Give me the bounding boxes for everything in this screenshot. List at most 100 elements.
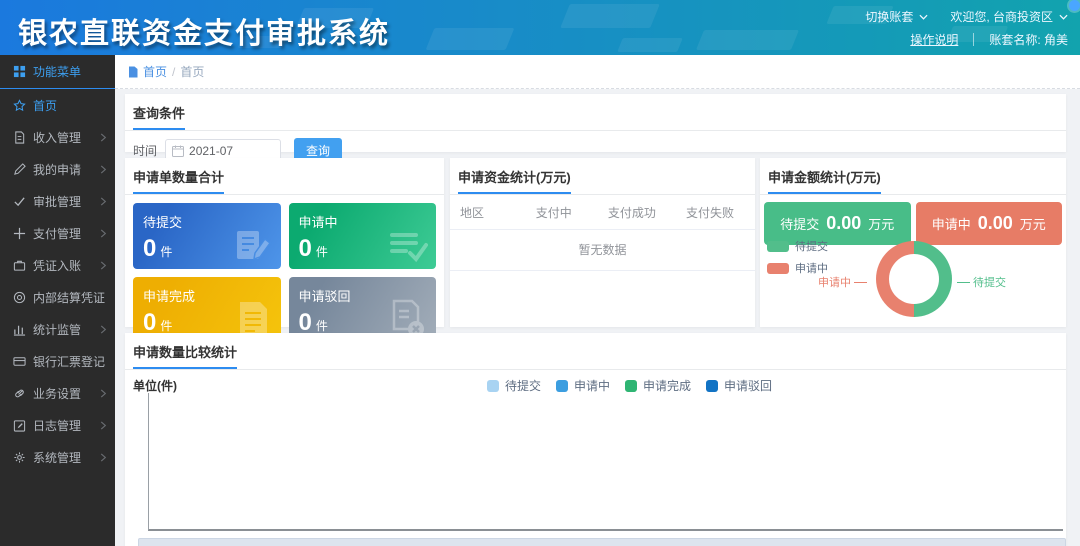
sidebar-item-my-applications[interactable]: 我的申请 bbox=[0, 153, 115, 185]
sidebar: 功能菜单 首页 收入管理 我的申请 审批管理 支付管理 凭证入账 内部结算凭证 … bbox=[0, 55, 115, 546]
sidebar-item-label: 凭证入账 bbox=[33, 257, 93, 274]
application-count-panel: 申请单数量合计 待提交 0 件 申请中 0 件 申请完成 bbox=[125, 158, 444, 327]
divider bbox=[973, 33, 974, 46]
time-input[interactable] bbox=[189, 144, 269, 158]
fund-col-region: 地区 bbox=[456, 204, 515, 221]
chevron-right-icon bbox=[100, 133, 107, 142]
stat-card-value: 0 bbox=[143, 311, 156, 335]
legend-swatch-red bbox=[767, 263, 789, 274]
manual-link[interactable]: 操作说明 bbox=[910, 31, 958, 48]
chevron-right-icon bbox=[100, 197, 107, 206]
count-panel-title: 申请单数量合计 bbox=[133, 167, 224, 194]
sidebar-item-system[interactable]: 系统管理 bbox=[0, 441, 115, 473]
sidebar-item-income[interactable]: 收入管理 bbox=[0, 121, 115, 153]
legend-item[interactable]: 待提交 bbox=[487, 377, 541, 394]
stat-card-unit: 件 bbox=[160, 243, 172, 260]
account-name-label: 账套名称: 角美 bbox=[989, 31, 1068, 48]
legend-item[interactable]: 待提交 bbox=[767, 238, 828, 254]
header-decoration bbox=[617, 38, 683, 52]
bar-chart-legend: 待提交 申请中 申请完成 申请驳回 bbox=[487, 377, 772, 394]
legend-swatch bbox=[556, 380, 568, 392]
stat-card-value: 0 bbox=[143, 237, 156, 261]
bar-chart-plot-area bbox=[148, 393, 1063, 531]
stat-card-unit: 件 bbox=[160, 317, 172, 334]
list-check-icon bbox=[388, 225, 428, 265]
breadcrumb-home-link[interactable]: 首页 bbox=[127, 63, 167, 80]
sidebar-item-bank-draft[interactable]: 银行汇票登记 bbox=[0, 345, 115, 377]
log-icon bbox=[13, 419, 26, 432]
fund-statistics-panel: 申请资金统计(万元) 地区 支付中 支付成功 支付失败 暂无数据 bbox=[450, 158, 755, 327]
amount-chip-label: 待提交 bbox=[780, 214, 819, 233]
stat-card-in-progress[interactable]: 申请中 0 件 bbox=[289, 203, 437, 269]
donut-label-right: 待提交 bbox=[957, 274, 1006, 290]
legend-swatch-green bbox=[767, 241, 789, 252]
doc-edit-icon bbox=[233, 225, 273, 265]
settlement-icon bbox=[13, 291, 26, 304]
legend-item[interactable]: 申请中 bbox=[556, 377, 610, 394]
bar-chart-icon bbox=[13, 323, 26, 336]
pencil-icon bbox=[13, 163, 26, 176]
chevron-down-icon bbox=[919, 14, 928, 20]
sidebar-item-statistics[interactable]: 统计监管 bbox=[0, 313, 115, 345]
fund-col-success: 支付成功 bbox=[593, 204, 671, 221]
sidebar-item-payment[interactable]: 支付管理 bbox=[0, 217, 115, 249]
grid-icon bbox=[13, 65, 26, 78]
switch-account-dropdown[interactable]: 切换账套 bbox=[865, 8, 913, 25]
breadcrumb-separator: / bbox=[172, 65, 175, 79]
gear-icon bbox=[13, 451, 26, 464]
sidebar-item-internal-settlement[interactable]: 内部结算凭证 bbox=[0, 281, 115, 313]
fund-panel-title: 申请资金统计(万元) bbox=[458, 167, 571, 194]
check-icon bbox=[13, 195, 26, 208]
sidebar-item-label: 业务设置 bbox=[33, 385, 93, 402]
legend-item[interactable]: 申请完成 bbox=[625, 377, 691, 394]
fund-table-header: 地区 支付中 支付成功 支付失败 bbox=[450, 195, 755, 230]
stat-card-value: 0 bbox=[299, 237, 312, 261]
sidebar-item-label: 统计监管 bbox=[33, 321, 93, 338]
legend-item[interactable]: 申请驳回 bbox=[706, 377, 772, 394]
empty-state-text: 暂无数据 bbox=[450, 230, 755, 271]
sidebar-item-business-settings[interactable]: 业务设置 bbox=[0, 377, 115, 409]
amount-panel-title: 申请金额统计(万元) bbox=[768, 167, 881, 194]
welcome-user-dropdown[interactable]: 欢迎您, 台商投资区 bbox=[950, 8, 1053, 25]
amount-chip-value: 0.00 bbox=[978, 213, 1013, 234]
compare-panel-title: 申请数量比较统计 bbox=[133, 342, 237, 369]
chart-datazoom-slider[interactable] bbox=[138, 538, 1066, 546]
fund-col-failed: 支付失败 bbox=[671, 204, 749, 221]
app-title: 银农直联资金支付审批系统 bbox=[18, 10, 390, 52]
chevron-right-icon bbox=[100, 261, 107, 270]
sidebar-item-label: 日志管理 bbox=[33, 417, 93, 434]
star-icon bbox=[13, 99, 26, 112]
main-content: 首页 / 首页 查询条件 时间 查询 申请单数量合计 待提交 0 件 bbox=[115, 55, 1080, 546]
chart-unit-label: 单位(件) bbox=[133, 377, 177, 394]
leader-line bbox=[854, 282, 867, 283]
sidebar-item-label: 首页 bbox=[33, 97, 107, 114]
sidebar-item-approval[interactable]: 审批管理 bbox=[0, 185, 115, 217]
app-header: 银农直联资金支付审批系统 切换账套 欢迎您, 台商投资区 操作说明 账套名称: … bbox=[0, 0, 1080, 55]
sidebar-item-label: 支付管理 bbox=[33, 225, 93, 242]
chevron-right-icon bbox=[100, 325, 107, 334]
sidebar-item-voucher-entry[interactable]: 凭证入账 bbox=[0, 249, 115, 281]
sidebar-item-label: 审批管理 bbox=[33, 193, 93, 210]
chevron-right-icon bbox=[100, 453, 107, 462]
stat-card-pending-submit[interactable]: 待提交 0 件 bbox=[133, 203, 281, 269]
stat-card-unit: 件 bbox=[316, 243, 328, 260]
donut-legend: 待提交 申请中 bbox=[767, 238, 828, 276]
sidebar-item-log[interactable]: 日志管理 bbox=[0, 409, 115, 441]
header-decoration bbox=[426, 28, 515, 50]
sidebar-item-label: 系统管理 bbox=[33, 449, 93, 466]
stat-card-unit: 件 bbox=[316, 317, 328, 334]
sidebar-item-home[interactable]: 首页 bbox=[0, 89, 115, 121]
stat-card-value: 0 bbox=[299, 311, 312, 335]
header-decoration bbox=[560, 4, 660, 28]
legend-swatch bbox=[625, 380, 637, 392]
amount-chip-unit: 万元 bbox=[1020, 214, 1046, 233]
sidebar-menu-header: 功能菜单 bbox=[0, 55, 115, 89]
amount-chip-label: 申请中 bbox=[932, 214, 971, 233]
amount-chip-value: 0.00 bbox=[826, 213, 861, 234]
sidebar-item-label: 银行汇票登记 bbox=[33, 353, 107, 370]
donut-chart bbox=[876, 241, 952, 317]
legend-swatch bbox=[706, 380, 718, 392]
amount-chip-in-progress: 申请中 0.00 万元 bbox=[916, 202, 1063, 245]
sidebar-item-label: 内部结算凭证 bbox=[33, 289, 105, 306]
leader-line bbox=[957, 282, 970, 283]
